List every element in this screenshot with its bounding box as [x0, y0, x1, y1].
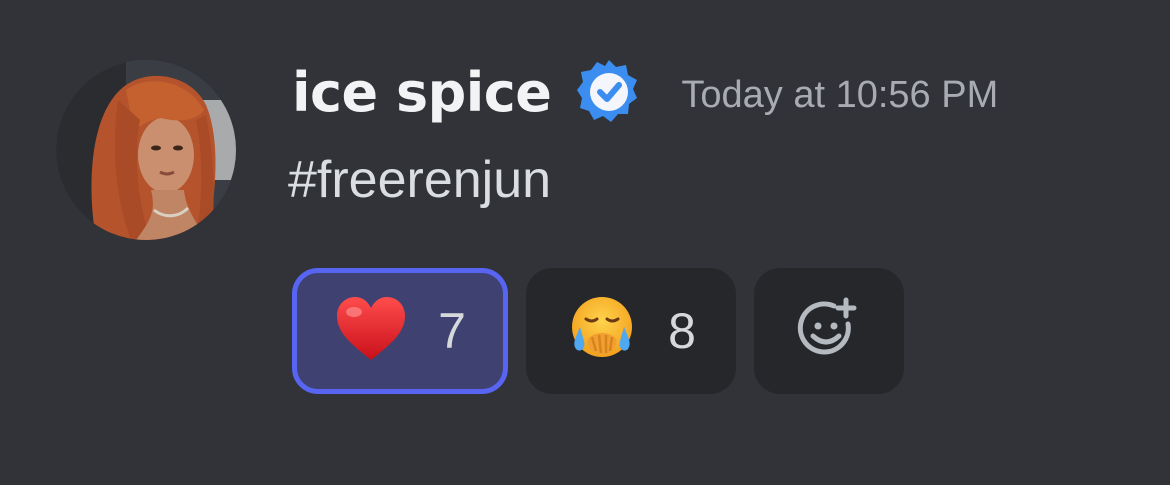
reaction-holding-back-tears-button[interactable]: 8: [526, 268, 736, 394]
avatar[interactable]: [56, 60, 236, 240]
verified-badge-icon: [575, 58, 643, 126]
username[interactable]: ice spice: [292, 61, 552, 124]
reaction-count: 8: [668, 303, 696, 359]
add-reaction-button[interactable]: [754, 268, 904, 394]
chat-message: ice spice Today at 10:56 PM #freerenjun: [0, 0, 1170, 485]
reactions-bar: 7 8: [292, 268, 904, 394]
message-content: #freerenjun: [288, 151, 552, 209]
reaction-heart-button[interactable]: 7: [292, 268, 508, 394]
message-timestamp: Today at 10:56 PM: [681, 73, 999, 116]
heart-emoji-icon: [334, 294, 408, 368]
avatar-image: [56, 60, 236, 240]
face-holding-back-tears-emoji-icon: [566, 293, 638, 369]
message-header: ice spice Today at 10:56 PM: [292, 52, 998, 132]
add-reaction-icon: [796, 296, 862, 366]
reaction-count: 7: [438, 303, 466, 359]
